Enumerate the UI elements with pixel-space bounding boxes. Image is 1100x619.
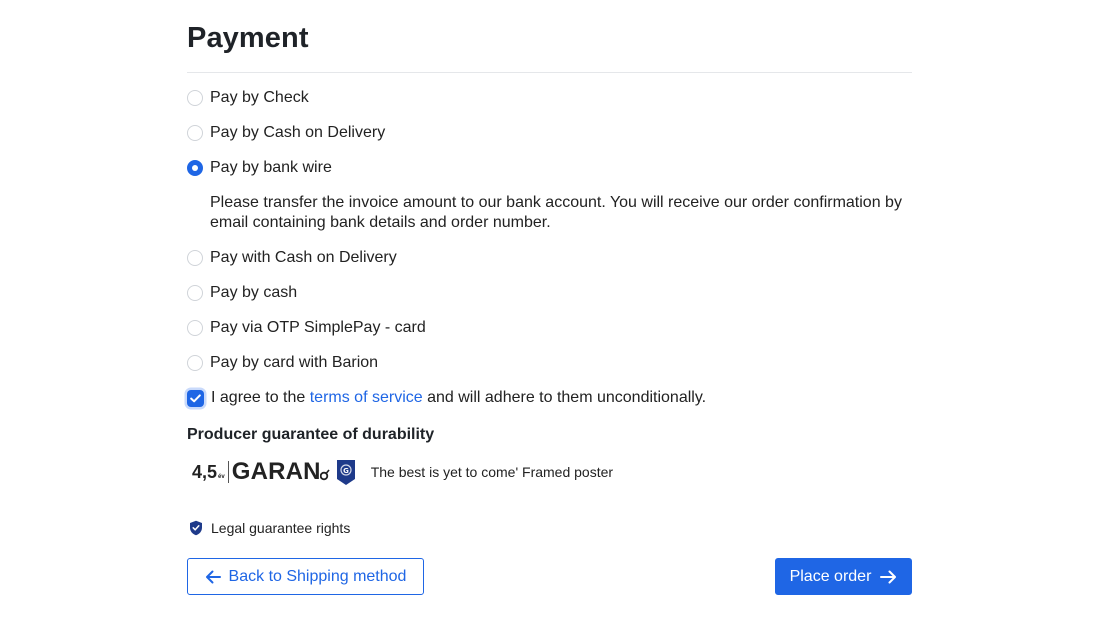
terms-prefix: I agree to the <box>211 389 310 406</box>
payment-option-cash[interactable]: Pay by cash <box>187 281 297 305</box>
radio-button-selected[interactable] <box>187 160 203 176</box>
guarantee-rating: 4,5 év <box>192 462 225 483</box>
svg-text:G: G <box>343 467 349 475</box>
bank-wire-description: Please transfer the invoice amount to ou… <box>210 194 902 231</box>
terms-checkbox[interactable] <box>187 389 204 407</box>
place-order-button[interactable]: Place order <box>775 558 912 595</box>
rating-value: 4,5 <box>192 461 218 482</box>
payment-option-cash-on-delivery[interactable]: Pay by Cash on Delivery <box>187 121 385 145</box>
badge-separator <box>227 461 229 483</box>
payment-option-label: Pay by Cash on Delivery <box>210 124 386 141</box>
terms-of-service-link[interactable]: terms of service <box>310 389 423 406</box>
terms-suffix: and will adhere to them unconditionally. <box>422 389 707 406</box>
shield-check-icon <box>190 520 202 536</box>
title-divider <box>187 72 912 73</box>
payment-option-otp-simplepay[interactable]: Pay via OTP SimplePay - card <box>187 316 426 340</box>
checkmark-icon <box>190 393 201 402</box>
payment-option-barion[interactable]: Pay by card with Barion <box>187 351 378 375</box>
radio-button[interactable] <box>187 125 203 141</box>
terms-text: I agree to the terms of service and will… <box>211 389 706 407</box>
radio-button[interactable] <box>187 355 203 371</box>
radio-button[interactable] <box>187 250 203 266</box>
guarantee-product-name: The best is yet to come' Framed poster <box>370 464 614 480</box>
page-title: Payment <box>187 22 309 54</box>
back-button-label: Back to Shipping method <box>228 567 407 585</box>
payment-option-label: Pay via OTP SimplePay - card <box>210 319 426 336</box>
radio-button[interactable] <box>187 285 203 301</box>
legal-guarantee[interactable]: Legal guarantee rights <box>189 520 350 536</box>
terms-agreement: I agree to the terms of service and will… <box>187 386 706 410</box>
arrow-right-icon <box>880 570 897 583</box>
payment-option-label: Pay by card with Barion <box>210 354 379 371</box>
payment-option-bank-wire[interactable]: Pay by bank wire <box>187 156 332 180</box>
payment-option-label: Pay by bank wire <box>210 159 332 176</box>
payment-option-label: Pay by cash <box>210 284 298 301</box>
payment-option-check[interactable]: Pay by Check <box>187 86 309 110</box>
back-to-shipping-button[interactable]: Back to Shipping method <box>187 558 424 595</box>
place-order-label: Place order <box>789 567 872 585</box>
garan-mark-icon <box>319 469 330 481</box>
payment-option-with-cash-on-delivery[interactable]: Pay with Cash on Delivery <box>187 246 397 270</box>
radio-button[interactable] <box>187 320 203 336</box>
garan-logo: GARAN <box>231 458 321 485</box>
guarantee-title: Producer guarantee of durability <box>187 426 435 443</box>
legal-guarantee-label: Legal guarantee rights <box>211 520 351 536</box>
arrow-left-icon <box>205 570 221 583</box>
guarantee-shield-icon: G <box>336 459 355 485</box>
payment-option-label: Pay by Check <box>210 89 309 106</box>
guarantee-badge: 4,5 év GARAN G The best is yet to come' F… <box>192 456 613 488</box>
radio-button[interactable] <box>187 90 203 106</box>
rating-unit: év <box>218 473 225 480</box>
payment-option-label: Pay with Cash on Delivery <box>210 249 397 266</box>
